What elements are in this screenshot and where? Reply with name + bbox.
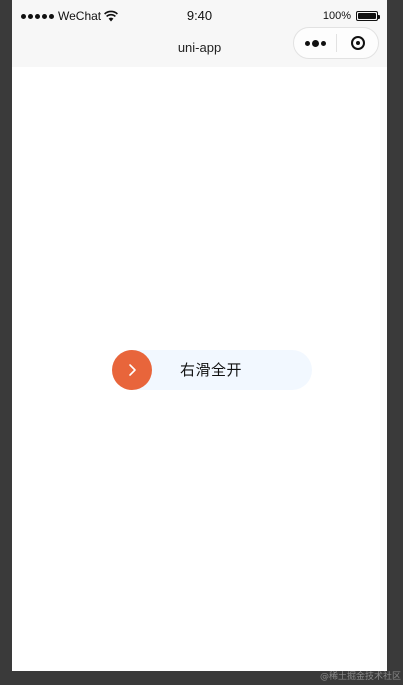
- slider-label: 右滑全开: [180, 361, 243, 379]
- chevron-right-icon: [129, 364, 136, 376]
- nav-bar: uni-app: [12, 27, 387, 67]
- close-miniprogram-button[interactable]: [337, 28, 378, 58]
- target-circle-icon: [350, 36, 365, 50]
- phone-screen: WeChat 9:40 100% uni-app 右滑全开: [12, 0, 387, 671]
- slider-handle[interactable]: [112, 350, 152, 390]
- battery-percent: 100%: [322, 10, 351, 22]
- screen-frame: WeChat 9:40 100% uni-app 右滑全开 @稀土掘金技术社区: [0, 0, 403, 685]
- battery-icon: [356, 11, 380, 21]
- watermark: @稀土掘金技术社区: [319, 672, 401, 682]
- status-right: 100%: [322, 9, 380, 23]
- slide-to-open-track[interactable]: 右滑全开: [112, 350, 312, 390]
- status-bar: WeChat 9:40 100%: [12, 0, 387, 30]
- more-dots-icon[interactable]: [294, 28, 336, 58]
- menu-capsule: [293, 27, 379, 59]
